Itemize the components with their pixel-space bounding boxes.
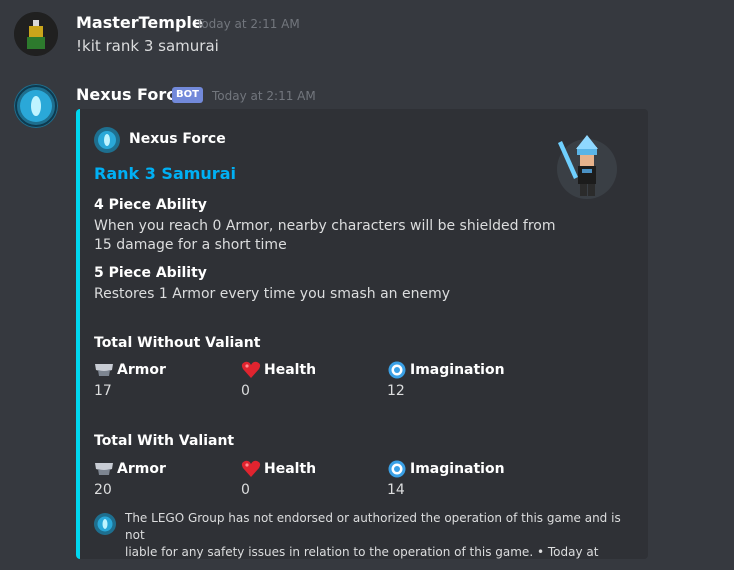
- field-5-piece-title: 5 Piece Ability: [94, 265, 207, 281]
- message-timestamp: Today at 2:11 AM: [212, 89, 316, 103]
- heart-icon: [241, 361, 261, 379]
- bot-username[interactable]: Nexus Force: [76, 85, 187, 104]
- heart-icon: [241, 460, 261, 478]
- imagination-icon: [387, 361, 407, 379]
- message-content: !kit rank 3 samurai: [76, 37, 219, 55]
- stats-heading-without-valiant: Total Without Valiant: [94, 335, 261, 351]
- nexus-force-icon: [94, 127, 120, 153]
- armor-icon: [94, 361, 114, 379]
- embed-title-link[interactable]: Rank 3 Samurai: [94, 164, 236, 183]
- field-5-piece-value: Restores 1 Armor every time you smash an…: [94, 286, 451, 302]
- armor-icon: [94, 460, 114, 478]
- stat-imagination-label: Imagination: [387, 460, 505, 478]
- stat-health-label: Health: [241, 460, 316, 478]
- samurai-thumbnail[interactable]: [554, 131, 620, 201]
- stat-health-value: 0: [241, 383, 250, 399]
- stat-armor-value: 20: [94, 482, 112, 498]
- message-mastertemple: MasterTemple Today at 2:11 AM !kit rank …: [0, 0, 734, 70]
- embed-footer-line2: liable for any safety issues in relation…: [125, 545, 599, 559]
- imagination-icon: [387, 460, 407, 478]
- message-timestamp: Today at 2:11 AM: [196, 17, 300, 31]
- username[interactable]: MasterTemple: [76, 13, 203, 32]
- stat-armor-label: Armor: [94, 361, 166, 379]
- stat-health-value: 0: [241, 482, 250, 498]
- embed-author-name[interactable]: Nexus Force: [129, 131, 226, 147]
- field-4-piece-value-line1: When you reach 0 Armor, nearby character…: [94, 218, 556, 234]
- stat-health-label: Health: [241, 361, 316, 379]
- bot-badge: BOT: [172, 87, 203, 103]
- stat-imagination-value: 12: [387, 383, 405, 399]
- stat-armor-value: 17: [94, 383, 112, 399]
- stats-heading-with-valiant: Total With Valiant: [94, 433, 235, 449]
- embed-footer-line1: The LEGO Group has not endorsed or autho…: [125, 511, 621, 542]
- embed-accent-bar: [76, 109, 80, 559]
- embed-footer: The LEGO Group has not endorsed or autho…: [125, 510, 625, 559]
- user-avatar[interactable]: [14, 12, 58, 56]
- field-4-piece-title: 4 Piece Ability: [94, 197, 207, 213]
- stat-imagination-label: Imagination: [387, 361, 505, 379]
- embed-card: Nexus Force Rank 3 Samurai 4 Piece Abili…: [76, 109, 648, 559]
- nexus-force-icon: [94, 513, 116, 535]
- bot-avatar[interactable]: [14, 84, 58, 128]
- stat-imagination-value: 14: [387, 482, 405, 498]
- stat-armor-label: Armor: [94, 460, 166, 478]
- field-4-piece-value-line2: 15 damage for a short time: [94, 237, 287, 253]
